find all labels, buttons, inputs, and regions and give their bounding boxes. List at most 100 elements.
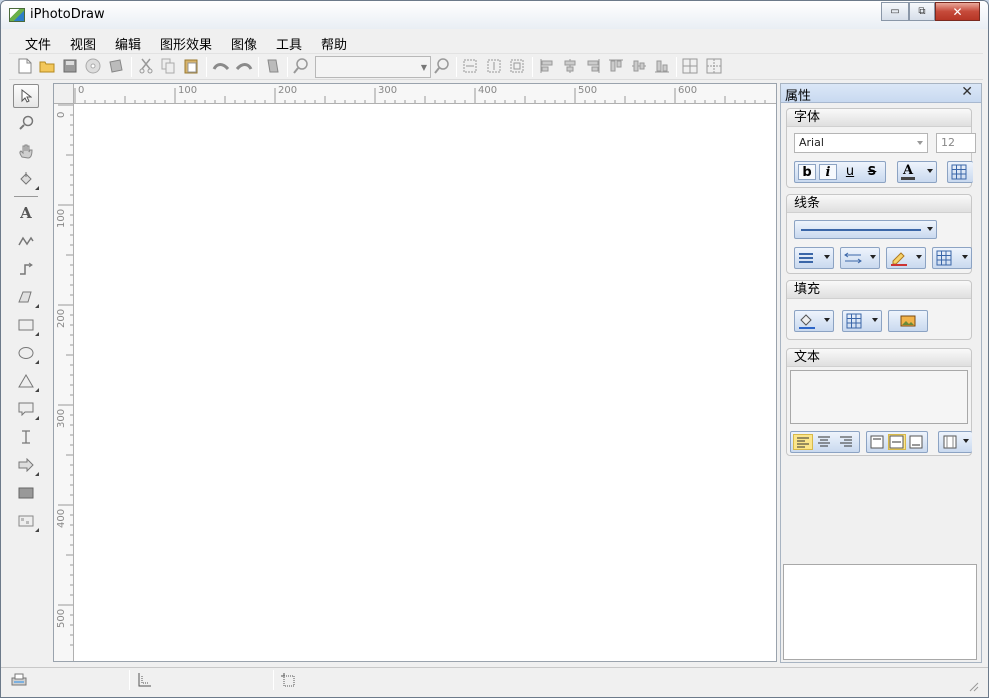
fill-image-button[interactable] — [888, 310, 928, 332]
align-middle-icon[interactable] — [630, 57, 648, 75]
ruler-label: 100 — [178, 85, 198, 96]
font-family-select[interactable]: Arial — [794, 133, 928, 153]
align-text-center-icon[interactable] — [815, 434, 835, 450]
printer-icon[interactable] — [11, 673, 27, 687]
polyline-tool-icon[interactable] — [13, 229, 39, 253]
align-top-icon[interactable] — [607, 57, 625, 75]
font-size-select[interactable]: 12 — [936, 133, 976, 153]
line-pattern-button[interactable] — [932, 247, 972, 269]
italic-button[interactable]: i — [819, 164, 837, 180]
disc-icon[interactable] — [84, 57, 102, 75]
fit-height-icon[interactable] — [485, 57, 503, 75]
select-tool-icon[interactable] — [13, 84, 39, 108]
close-button[interactable]: ✕ — [935, 2, 980, 21]
drawing-canvas[interactable] — [75, 105, 776, 661]
text-margin-icon — [943, 435, 957, 449]
freeform-tool-icon[interactable] — [13, 285, 39, 309]
font-color-icon: A — [901, 163, 916, 180]
group-icon[interactable] — [681, 57, 699, 75]
font-color-button[interactable]: A — [897, 161, 937, 183]
preview-box — [783, 564, 977, 660]
line-width-icon — [799, 253, 813, 263]
pan-hand-icon[interactable] — [13, 139, 39, 163]
strikethrough-button[interactable]: S — [863, 164, 881, 180]
align-left-icon[interactable] — [538, 57, 556, 75]
text-content-input[interactable] — [790, 370, 968, 424]
resize-grip-icon[interactable] — [967, 680, 979, 692]
connector-tool-icon[interactable] — [13, 257, 39, 281]
line-group: 线条 — [786, 194, 972, 274]
arrow-tool-icon[interactable] — [13, 453, 39, 477]
chevron-down-icon — [917, 141, 923, 145]
menu-tools[interactable]: 工具 — [276, 34, 302, 53]
tool-submenu-corner — [35, 332, 39, 336]
horizontal-ruler[interactable]: 0 100 200 300 400 500 600 — [74, 84, 776, 104]
underline-button[interactable]: u — [841, 164, 859, 180]
line-width-button[interactable] — [794, 247, 834, 269]
panel-close-icon[interactable]: ✕ — [961, 84, 973, 100]
toolbar-separator — [287, 57, 288, 77]
font-family-value: Arial — [799, 136, 824, 149]
cut-icon[interactable] — [137, 57, 155, 75]
mosaic-tool-icon[interactable] — [13, 509, 39, 533]
align-bottom-icon[interactable] — [653, 57, 671, 75]
fill-pattern-button[interactable] — [842, 310, 882, 332]
save-icon[interactable] — [61, 57, 79, 75]
zoom-out-icon[interactable] — [292, 57, 310, 75]
line-style-select[interactable] — [794, 220, 937, 239]
close-icon: ✕ — [952, 4, 963, 19]
valign-top-icon[interactable] — [869, 434, 887, 450]
grid-icon — [951, 164, 967, 180]
fit-width-icon[interactable] — [461, 57, 479, 75]
align-right-icon[interactable] — [584, 57, 602, 75]
minimize-button[interactable]: ▭ — [881, 2, 909, 21]
copy-icon[interactable] — [159, 57, 177, 75]
image-tool-icon[interactable] — [13, 481, 39, 505]
text-group: 文本 — [786, 348, 972, 456]
rectangle-tool-icon[interactable] — [13, 313, 39, 337]
selection-size-icon — [280, 672, 296, 688]
zoom-in-icon[interactable] — [433, 57, 451, 75]
valign-middle-icon[interactable] — [888, 434, 906, 450]
text-effect-button[interactable] — [947, 161, 973, 183]
menu-help[interactable]: 帮助 — [321, 34, 347, 53]
menu-edit[interactable]: 编辑 — [115, 34, 141, 53]
fit-page-icon[interactable] — [508, 57, 526, 75]
text-margin-button[interactable] — [938, 431, 972, 453]
line-arrow-button[interactable] — [840, 247, 880, 269]
callout-tool-icon[interactable] — [13, 397, 39, 421]
zoom-dropdown[interactable]: ▼ — [315, 56, 431, 78]
save-all-icon[interactable] — [107, 57, 125, 75]
line-color-button[interactable] — [886, 247, 926, 269]
dimension-tool-icon[interactable] — [13, 425, 39, 449]
vertical-align-buttons — [866, 431, 928, 453]
app-window: iPhotoDraw ▭ ⧉ ✕ 文件 视图 编辑 图形效果 图像 工具 帮助 … — [0, 0, 989, 698]
paint-bucket-icon[interactable] — [13, 167, 39, 191]
delete-icon[interactable] — [264, 57, 282, 75]
align-center-icon[interactable] — [561, 57, 579, 75]
zoom-tool-icon[interactable] — [13, 111, 39, 135]
menu-file[interactable]: 文件 — [25, 34, 51, 53]
open-folder-icon[interactable] — [38, 57, 56, 75]
triangle-tool-icon[interactable] — [13, 369, 39, 393]
restore-button[interactable]: ⧉ — [909, 2, 935, 21]
fill-color-button[interactable] — [794, 310, 834, 332]
ungroup-icon[interactable] — [705, 57, 723, 75]
ruler-label: 300 — [378, 85, 398, 96]
valign-bottom-icon[interactable] — [908, 434, 926, 450]
menu-shape-effects[interactable]: 图形效果 — [160, 34, 212, 53]
text-style-buttons: b i u S — [794, 161, 886, 183]
undo-icon[interactable] — [212, 57, 230, 75]
vertical-ruler[interactable]: 0 100 200 300 400 500 — [54, 104, 74, 661]
menu-image[interactable]: 图像 — [231, 34, 257, 53]
toolbar-separator — [258, 57, 259, 77]
redo-icon[interactable] — [235, 57, 253, 75]
ellipse-tool-icon[interactable] — [13, 341, 39, 365]
bold-button[interactable]: b — [798, 164, 816, 180]
align-text-right-icon[interactable] — [837, 434, 857, 450]
align-text-left-icon[interactable] — [793, 434, 813, 450]
text-tool-icon[interactable]: A — [13, 201, 39, 225]
new-file-icon[interactable] — [16, 57, 34, 75]
paste-icon[interactable] — [182, 57, 200, 75]
menu-view[interactable]: 视图 — [70, 34, 96, 53]
